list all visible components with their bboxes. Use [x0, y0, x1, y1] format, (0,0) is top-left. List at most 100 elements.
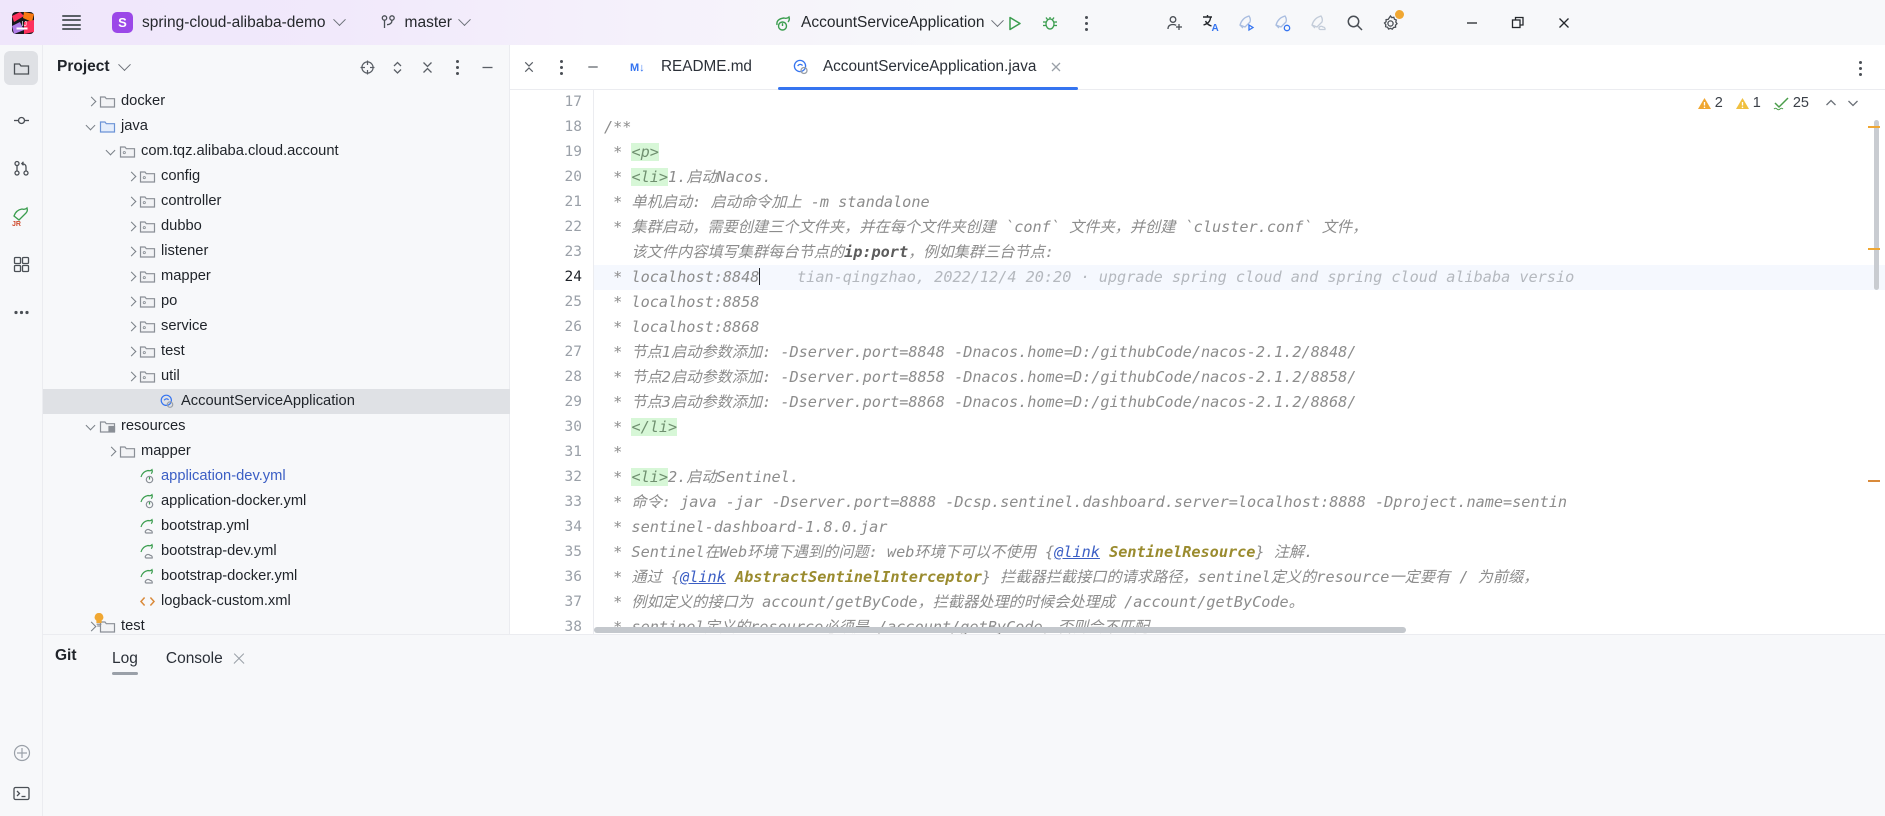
project-tree[interactable]: docker java com.tqz.alibaba.cloud.account c…	[43, 89, 510, 634]
code-line[interactable]: * localhost:8848 tian-qingzhao, 2022/12/…	[594, 265, 1885, 290]
tree-item-test[interactable]: test	[43, 339, 510, 364]
translate-icon[interactable]: A	[1194, 6, 1228, 40]
debug-button[interactable]	[1033, 6, 1067, 40]
code-content[interactable]: /** * <p> * <li>1.启动Nacos. * 单机启动: 启动命令加…	[594, 90, 1885, 634]
restore-window-icon[interactable]	[1501, 6, 1535, 40]
settings-gear-icon[interactable]	[1374, 6, 1408, 40]
tree-item-controller[interactable]: controller	[43, 189, 510, 214]
tree-item-docker[interactable]: docker	[43, 89, 510, 114]
minimize-window-icon[interactable]	[1455, 6, 1489, 40]
tree-item-config[interactable]: config	[43, 164, 510, 189]
settings-circle-icon[interactable]	[5, 736, 39, 770]
tree-item-util[interactable]: util	[43, 364, 510, 389]
chevron-down-icon[interactable]	[85, 420, 98, 433]
editor-horizontal-scrollbar[interactable]	[594, 627, 1406, 633]
rail-item-pull-requests[interactable]	[4, 151, 38, 185]
tree-item-bootstrap-docker-yml[interactable]: bootstrap-docker.yml	[43, 564, 510, 589]
chevron-right-icon[interactable]	[125, 170, 138, 183]
code-line[interactable]: * </li>	[594, 415, 1885, 440]
chevron-down-icon[interactable]	[1845, 95, 1861, 111]
editor-tab-readme[interactable]: M↓ README.md	[616, 45, 766, 90]
code-line[interactable]: * sentinel-dashboard-1.8.0.jar	[594, 515, 1885, 540]
chevron-right-icon[interactable]	[125, 345, 138, 358]
run-more-options-button[interactable]	[1069, 6, 1103, 40]
code-line[interactable]: * 节点2启动参数添加: -Dserver.port=8858 -Dnacos.…	[594, 365, 1885, 390]
run-configuration-selector[interactable]: AccountServiceApplication	[766, 8, 1010, 38]
rocket-cloud-icon[interactable]	[1302, 6, 1336, 40]
code-line[interactable]: * 例如定义的接口为 account/getByCode，拦截器处理的时候会处理…	[594, 590, 1885, 615]
branch-selector[interactable]: master	[374, 8, 475, 38]
scroll-from-source-icon[interactable]	[353, 53, 381, 81]
chevron-right-icon[interactable]	[105, 445, 118, 458]
rocket-run-icon[interactable]	[1230, 6, 1264, 40]
code-line[interactable]: *	[594, 440, 1885, 465]
project-selector[interactable]: S spring-cloud-alibaba-demo	[104, 8, 352, 38]
bottom-tab-console[interactable]: Console	[152, 635, 260, 683]
intention-bulb-icon[interactable]	[92, 612, 106, 627]
code-line[interactable]: 该文件内容填写集群每台节点的ip:port，例如集群三台节点:	[594, 240, 1885, 265]
chevron-up-icon[interactable]	[1823, 95, 1839, 111]
error-stripe-warning[interactable]	[1868, 248, 1880, 250]
tree-item-resources[interactable]: resources	[43, 414, 510, 439]
run-button[interactable]	[997, 6, 1031, 40]
chevron-down-icon[interactable]	[105, 145, 118, 158]
error-stripe-warning[interactable]	[1868, 480, 1880, 482]
code-line[interactable]: * <p>	[594, 140, 1885, 165]
tree-item-application-docker-yml[interactable]: application-docker.yml	[43, 489, 510, 514]
chevron-down-icon[interactable]	[85, 120, 98, 133]
code-line[interactable]: /**	[594, 115, 1885, 140]
code-line[interactable]: * 单机启动: 启动命令加上 -m standalone	[594, 190, 1885, 215]
tree-item-bootstrap-yml[interactable]: bootstrap.yml	[43, 514, 510, 539]
code-line[interactable]: * <li>2.启动Sentinel.	[594, 465, 1885, 490]
code-line[interactable]	[594, 90, 1885, 115]
collapse-all-icon[interactable]	[413, 53, 441, 81]
chevron-right-icon[interactable]	[125, 195, 138, 208]
code-line[interactable]: * localhost:8868	[594, 315, 1885, 340]
close-icon[interactable]	[232, 652, 246, 666]
hamburger-menu-icon[interactable]	[54, 6, 88, 40]
chevron-right-icon[interactable]	[125, 270, 138, 283]
search-icon[interactable]	[1338, 6, 1372, 40]
rail-item-project[interactable]	[4, 51, 38, 85]
code-line[interactable]: * 通过 {@link AbstractSentinelInterceptor}…	[594, 565, 1885, 590]
code-line[interactable]: * <li>1.启动Nacos.	[594, 165, 1885, 190]
code-line[interactable]: * 集群启动，需要创建三个文件夹，并在每个文件夹创建 `conf` 文件夹，并创…	[594, 215, 1885, 240]
hide-panel-icon[interactable]	[578, 52, 608, 82]
close-window-icon[interactable]	[1547, 6, 1581, 40]
tree-item-accountserviceapplication[interactable]: AccountServiceApplication	[43, 389, 510, 414]
chevron-right-icon[interactable]	[125, 245, 138, 258]
tree-item-bootstrap-dev-yml[interactable]: bootstrap-dev.yml	[43, 539, 510, 564]
bottom-tab-log[interactable]: Log	[98, 635, 152, 683]
tree-item-mapper[interactable]: mapper	[43, 264, 510, 289]
editor-tab-accountserviceapplication[interactable]: AccountServiceApplication.java	[777, 45, 1079, 90]
tree-item-mapper[interactable]: mapper	[43, 439, 510, 464]
tree-item-service[interactable]: service	[43, 314, 510, 339]
rocket-zero-icon[interactable]	[1266, 6, 1300, 40]
tree-item-dubbo[interactable]: dubbo	[43, 214, 510, 239]
chevron-down-icon[interactable]	[117, 57, 131, 71]
rail-item-more[interactable]	[4, 295, 38, 329]
code-line[interactable]: * 命令: java -jar -Dserver.port=8888 -Dcsp…	[594, 490, 1885, 515]
error-stripe-warning[interactable]	[1868, 126, 1880, 128]
code-line[interactable]: * localhost:8858	[594, 290, 1885, 315]
chevron-right-icon[interactable]	[125, 220, 138, 233]
close-icon[interactable]	[1048, 59, 1064, 75]
editor-tabs-more-icon[interactable]	[1845, 53, 1875, 83]
tree-item-com-tqz-alibaba-cloud-account[interactable]: com.tqz.alibaba.cloud.account	[43, 139, 510, 164]
chevron-right-icon[interactable]	[85, 95, 98, 108]
chevron-right-icon[interactable]	[125, 295, 138, 308]
tree-item-java[interactable]: java	[43, 114, 510, 139]
hide-panel-icon[interactable]	[473, 53, 501, 81]
rail-item-commit[interactable]	[4, 103, 38, 137]
chevron-right-icon[interactable]	[125, 320, 138, 333]
tree-item-listener[interactable]: listener	[43, 239, 510, 264]
code-line[interactable]: * 节点3启动参数添加: -Dserver.port=8868 -Dnacos.…	[594, 390, 1885, 415]
code-line[interactable]: * 节点1启动参数添加: -Dserver.port=8848 -Dnacos.…	[594, 340, 1885, 365]
editor-vertical-scrollbar[interactable]	[1874, 120, 1879, 290]
expand-collapse-icon[interactable]	[383, 53, 411, 81]
rail-item-jrebel[interactable]: JR	[4, 199, 38, 233]
code-line[interactable]: * Sentinel在Web环境下遇到的问题: web环境下可以不使用 {@li…	[594, 540, 1885, 565]
tree-item-logback-custom-xml[interactable]: logback-custom.xml	[43, 589, 510, 614]
inspection-widget[interactable]: 2 1 25	[1697, 95, 1861, 111]
more-vertical-icon[interactable]	[546, 52, 576, 82]
